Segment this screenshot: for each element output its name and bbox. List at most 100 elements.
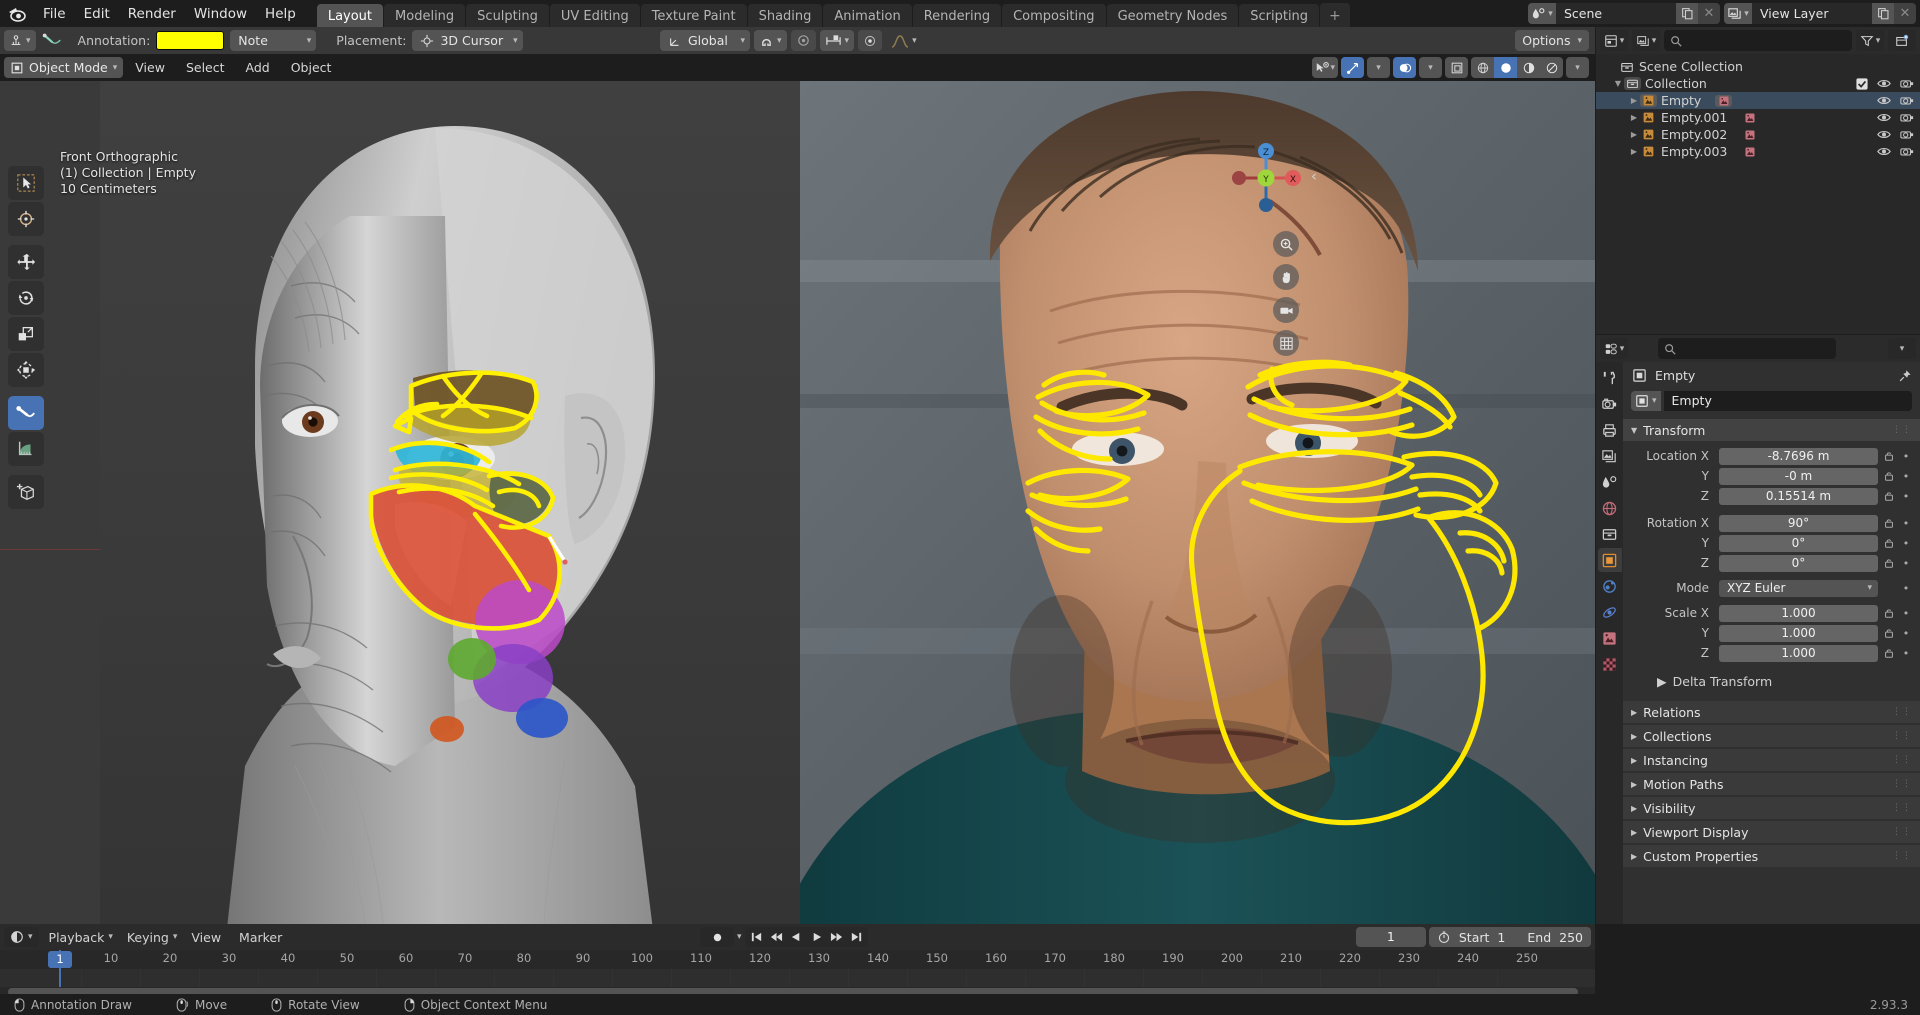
outliner-row-empty-001[interactable]: ▶ Empty.001 [1596,109,1920,126]
animate-property-dot[interactable]: • [1900,490,1912,503]
annotate-tool-button[interactable] [8,396,44,430]
outliner-row-empty[interactable]: ▶ Empty [1596,92,1920,109]
new-view-layer-button[interactable] [1872,3,1894,24]
eye-icon[interactable] [1877,112,1891,123]
transform-tool-button[interactable] [8,353,44,387]
timeline-menu-playback[interactable]: Playback [41,928,113,947]
object-name-input[interactable]: Empty [1663,391,1912,411]
rotation-mode-dropdown[interactable]: XYZ Euler ▾ [1719,579,1878,597]
properties-options-dropdown[interactable]: ▾ [1888,338,1916,359]
outliner-search-input[interactable] [1664,30,1852,51]
viewport-menu-select[interactable]: Select [177,57,234,78]
viewport-menu-view[interactable]: View [126,57,174,78]
properties-editor-type-button[interactable]: ▾ [1600,338,1628,359]
properties-tab-physics[interactable] [1598,600,1622,624]
expand-triangle-icon[interactable]: ▶ [1628,96,1640,105]
location-y-input[interactable]: -0 m [1719,467,1878,485]
outliner-row-empty-003[interactable]: ▶ Empty.003 [1596,143,1920,160]
outliner-row-empty-002[interactable]: ▶ Empty.002 [1596,126,1920,143]
remove-view-layer-button[interactable]: ✕ [1894,3,1916,24]
object-datablock-dropdown[interactable]: ▾ [1631,391,1661,411]
properties-tab-object[interactable] [1597,548,1622,572]
panel-header-relations[interactable]: ▶ Relations ⋮⋮ [1623,701,1920,723]
properties-tab-scene[interactable] [1598,470,1622,494]
workspace-tab-shading[interactable]: Shading [747,3,823,30]
properties-tab-tool[interactable] [1598,366,1622,390]
image-data-icon[interactable] [1715,94,1733,107]
menu-edit[interactable]: Edit [75,3,119,25]
animate-property-dot[interactable]: • [1900,582,1912,595]
annotation-color-swatch[interactable] [156,31,225,50]
viewport-reference-image-area[interactable]: Z X Y ‹ [800,81,1595,924]
workspace-tab-geometry-nodes[interactable]: Geometry Nodes [1106,3,1239,30]
gizmo-dropdown[interactable]: ▾ [1367,57,1390,78]
annotation-layer-dropdown[interactable]: Note ▾ [230,30,317,51]
remove-scene-button[interactable]: ✕ [1698,3,1720,24]
interaction-mode-dropdown[interactable]: Object Mode ▾ [4,57,124,78]
keying-dropdown[interactable]: ▾ [737,932,742,942]
3d-viewport[interactable]: Z X Y ‹ Front Orthographic (1) Collectio… [0,81,1595,924]
current-frame-input[interactable]: 1 [1355,927,1426,947]
workspace-tab-texture-paint[interactable]: Texture Paint [640,3,747,30]
animate-property-dot[interactable]: • [1900,557,1912,570]
show-overlays-button[interactable] [1393,57,1416,78]
start-frame-input[interactable]: 1 [1497,930,1505,945]
subpanel-delta-transform[interactable]: ▶ Delta Transform [1631,671,1912,691]
menu-file[interactable]: File [34,3,75,25]
eye-icon[interactable] [1877,95,1891,106]
panel-header-visibility[interactable]: ▶ Visibility ⋮⋮ [1623,797,1920,819]
auto-keying-button[interactable] [700,927,734,947]
xray-toggle-button[interactable] [1445,57,1468,78]
lock-icon[interactable] [1882,647,1896,659]
playhead-frame-label[interactable]: 1 [48,951,72,968]
camera-icon[interactable] [1900,95,1914,106]
overlays-dropdown[interactable]: ▾ [1419,57,1442,78]
workspace-tab-modeling[interactable]: Modeling [384,3,466,30]
timeline-ruler[interactable]: 10 20 30 40 50 60 70 80 90 100 110 120 1… [0,950,1595,987]
rotation-y-input[interactable]: 0° [1719,534,1878,552]
properties-tab-collection[interactable] [1598,522,1622,546]
menu-window[interactable]: Window [185,3,256,25]
eye-icon[interactable] [1877,129,1891,140]
scale-z-input[interactable]: 1.000 [1719,644,1878,662]
options-dropdown[interactable]: Options ▾ [1515,30,1589,51]
placement-dropdown[interactable]: 3D Cursor ▾ [412,30,523,51]
shading-rendered-button[interactable] [1540,57,1563,78]
outliner-filter-button[interactable]: ▾ [1856,30,1884,51]
play-button[interactable] [807,928,826,946]
end-frame-input[interactable]: 250 [1559,930,1583,945]
panel-header-collections[interactable]: ▶ Collections ⋮⋮ [1623,725,1920,747]
properties-tab-output[interactable] [1598,418,1622,442]
shading-solid-button[interactable] [1494,57,1517,78]
expand-triangle-icon[interactable]: ▶ [1628,147,1640,156]
jump-to-start-button[interactable] [747,928,766,946]
properties-tab-view-layer[interactable] [1598,444,1622,468]
shading-dropdown[interactable]: ▾ [1566,57,1589,78]
timeline-menu-view[interactable]: View [183,928,229,947]
scene-icon[interactable]: ▾ [1528,3,1556,24]
cursor-tool-button[interactable] [8,202,44,236]
play-reverse-button[interactable] [787,928,806,946]
outliner-tree[interactable]: Scene Collection ▼ Collection ▶ Empty ▶ … [1596,54,1920,334]
animate-property-dot[interactable]: • [1900,537,1912,550]
move-tool-button[interactable] [8,245,44,279]
pan-hand-icon[interactable] [1273,264,1299,290]
outliner-row-collection[interactable]: ▼ Collection [1596,75,1920,92]
add-cube-tool-button[interactable] [8,475,44,509]
timeline-body[interactable]: 10 20 30 40 50 60 70 80 90 100 110 120 1… [0,950,1595,996]
image-data-icon[interactable] [1741,146,1758,158]
panel-header-viewport-display[interactable]: ▶ Viewport Display ⋮⋮ [1623,821,1920,843]
lock-icon[interactable] [1882,607,1896,619]
rotate-tool-button[interactable] [8,281,44,315]
transform-orientation-dropdown[interactable]: Global ▾ [660,30,750,51]
properties-tab-object-data[interactable] [1598,626,1622,650]
properties-tab-world[interactable] [1598,496,1622,520]
panel-header-custom-properties[interactable]: ▶ Custom Properties ⋮⋮ [1623,845,1920,867]
lock-icon[interactable] [1882,490,1896,502]
navigation-gizmo[interactable]: Z X Y [1229,141,1303,215]
location-x-input[interactable]: -8.7696 m [1719,447,1878,465]
measure-tool-button[interactable] [8,432,44,466]
animate-property-dot[interactable]: • [1900,607,1912,620]
animate-property-dot[interactable]: • [1900,517,1912,530]
add-workspace-button[interactable]: + [1320,3,1350,30]
